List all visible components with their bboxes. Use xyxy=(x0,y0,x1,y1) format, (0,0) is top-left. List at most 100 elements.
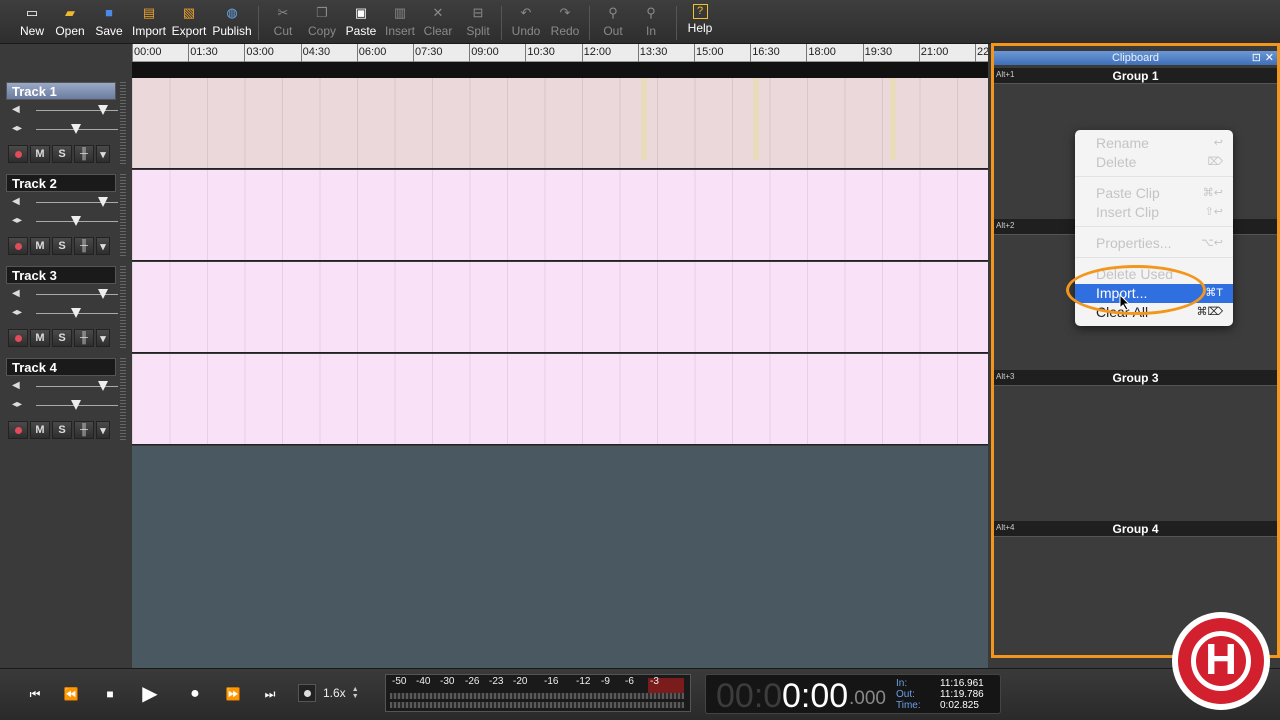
effects-button[interactable]: ╫ xyxy=(74,421,94,439)
group-header-4[interactable]: Alt+4 Group 4 xyxy=(994,521,1277,537)
solo-button[interactable]: S xyxy=(52,237,72,255)
track-header-3[interactable]: Track 3 ◀ ◂▸ M S ╫ ▾ xyxy=(6,266,118,356)
clip-marker[interactable] xyxy=(753,78,759,160)
group-header-1[interactable]: Alt+1 Group 1 xyxy=(994,68,1277,84)
skip-to-end-button[interactable]: ⏭ xyxy=(259,685,281,703)
save-button[interactable]: ■ Save xyxy=(94,4,124,42)
track-menu-button[interactable]: ▾ xyxy=(96,421,110,439)
undo-button[interactable]: ↶ Undo xyxy=(510,4,542,42)
group-body-3[interactable] xyxy=(994,386,1277,521)
meter-scale-label: -40 xyxy=(416,676,431,687)
track-lane-1[interactable] xyxy=(132,78,988,169)
zoom-in-button[interactable]: ⚲ In xyxy=(640,4,662,42)
timeline-ruler[interactable]: 00:00 01:30 03:00 04:30 06:00 07:30 09:00 10:30… xyxy=(132,44,988,78)
record-button[interactable]: ● xyxy=(184,685,206,703)
track-menu-button[interactable]: ▾ xyxy=(96,145,110,163)
track-header-4[interactable]: Track 4 ◀ ◂▸ M S ╫ ▾ xyxy=(6,358,118,448)
ruler-scale: 00:00 01:30 03:00 04:30 06:00 07:30 09:00 10:30… xyxy=(132,44,988,62)
help-button[interactable]: ? Help xyxy=(686,4,714,42)
solo-button[interactable]: S xyxy=(52,421,72,439)
logo-letter-h: H xyxy=(1205,635,1237,684)
copy-button[interactable]: ❐ Copy xyxy=(306,4,338,42)
pan-slider[interactable]: ◂▸ xyxy=(12,123,118,135)
track-lane-2[interactable] xyxy=(132,170,988,261)
effects-button[interactable]: ╫ xyxy=(74,329,94,347)
solo-button[interactable]: S xyxy=(52,145,72,163)
speed-toggle-button[interactable] xyxy=(298,684,316,702)
track-lane-3[interactable] xyxy=(132,262,988,353)
clip-marker[interactable] xyxy=(890,78,896,160)
record-arm-button[interactable] xyxy=(8,421,28,439)
new-button[interactable]: ▭ New xyxy=(19,4,45,42)
mute-button[interactable]: M xyxy=(30,237,50,255)
close-icon[interactable]: ✕ xyxy=(1265,51,1274,65)
save-disk-icon: ■ xyxy=(105,5,113,20)
zoom-out-icon: ⚲ xyxy=(608,5,618,20)
publish-button[interactable]: ◍ Publish xyxy=(211,4,253,42)
brand-logo: H xyxy=(1172,612,1270,710)
track-menu-button[interactable]: ▾ xyxy=(96,237,110,255)
track-menu-button[interactable]: ▾ xyxy=(96,329,110,347)
effects-button[interactable]: ╫ xyxy=(74,145,94,163)
redo-button[interactable]: ↷ Redo xyxy=(549,4,581,42)
track-header-1[interactable]: Track 1 ◀ ◂▸ M S ╫ ▾ xyxy=(6,82,118,172)
track-resize-grip[interactable] xyxy=(120,174,126,258)
stop-button[interactable]: ■ xyxy=(99,685,121,703)
track-header-2[interactable]: Track 2 ◀ ◂▸ M S ╫ ▾ xyxy=(6,174,118,264)
clip-marker[interactable] xyxy=(641,78,647,160)
volume-slider[interactable]: ◀ xyxy=(12,288,118,300)
pin-icon[interactable]: ⊡ xyxy=(1252,51,1261,65)
speaker-icon: ◀ xyxy=(12,104,20,115)
track-resize-grip[interactable] xyxy=(120,82,126,166)
pan-slider[interactable]: ◂▸ xyxy=(12,399,118,411)
menu-item-properties[interactable]: Properties... ⌥↩ xyxy=(1075,234,1233,253)
group-header-3[interactable]: Alt+3 Group 3 xyxy=(994,370,1277,386)
undo-icon: ↶ xyxy=(520,5,532,20)
insert-button[interactable]: ▥ Insert xyxy=(383,4,417,42)
track-lane-4[interactable] xyxy=(132,354,988,445)
menu-item-paste-clip[interactable]: Paste Clip ⌘↩ xyxy=(1075,184,1233,203)
track-resize-grip[interactable] xyxy=(120,266,126,350)
fast-forward-button[interactable]: ⏩ xyxy=(222,685,244,703)
playback-speed-control[interactable]: 1.6x ▲ ▼ xyxy=(298,681,368,705)
ruler-tick-label: 16:30 xyxy=(752,46,780,58)
record-arm-button[interactable] xyxy=(8,237,28,255)
solo-button[interactable]: S xyxy=(52,329,72,347)
menu-item-delete[interactable]: Delete ⌦ xyxy=(1075,153,1233,172)
mute-button[interactable]: M xyxy=(30,145,50,163)
cut-button[interactable]: ✂ Cut xyxy=(270,4,296,42)
effects-button[interactable]: ╫ xyxy=(74,237,94,255)
clipboard-title-bar[interactable]: Clipboard ⊡ ✕ xyxy=(994,51,1277,65)
speed-value: 1.6x xyxy=(323,686,346,700)
export-button[interactable]: ▧ Export xyxy=(171,4,207,42)
record-arm-button[interactable] xyxy=(8,145,28,163)
track-name[interactable]: Track 3 xyxy=(6,266,116,284)
timeline-empty-area[interactable] xyxy=(132,446,988,668)
pan-slider[interactable]: ◂▸ xyxy=(12,307,118,319)
zoom-out-button[interactable]: ⚲ Out xyxy=(600,4,626,42)
skip-to-start-button[interactable]: ⏮ xyxy=(24,685,46,703)
split-button[interactable]: ⊟ Split xyxy=(463,4,493,42)
volume-slider[interactable]: ◀ xyxy=(12,196,118,208)
track-name[interactable]: Track 4 xyxy=(6,358,116,376)
clear-button[interactable]: ✕ Clear xyxy=(423,4,453,42)
volume-slider[interactable]: ◀ xyxy=(12,380,118,392)
mute-button[interactable]: M xyxy=(30,329,50,347)
import-button[interactable]: ▤ Import xyxy=(131,4,167,42)
mute-button[interactable]: M xyxy=(30,421,50,439)
paste-button[interactable]: ▣ Paste xyxy=(344,4,378,42)
speed-stepper-icon[interactable]: ▲ ▼ xyxy=(352,686,359,700)
play-button[interactable]: ▶ xyxy=(139,684,161,704)
open-button[interactable]: ▰ Open xyxy=(54,4,86,42)
record-arm-button[interactable] xyxy=(8,329,28,347)
track-name[interactable]: Track 2 xyxy=(6,174,116,192)
menu-item-rename[interactable]: Rename ↩ xyxy=(1075,134,1233,153)
menu-item-insert-clip[interactable]: Insert Clip ⇧↩ xyxy=(1075,203,1233,222)
track-resize-grip[interactable] xyxy=(120,358,126,442)
pan-icon: ◂▸ xyxy=(12,215,23,226)
pan-slider[interactable]: ◂▸ xyxy=(12,215,118,227)
volume-slider[interactable]: ◀ xyxy=(12,104,118,116)
speaker-icon: ◀ xyxy=(12,380,20,391)
rewind-button[interactable]: ⏪ xyxy=(60,685,82,703)
track-name[interactable]: Track 1 xyxy=(6,82,116,100)
